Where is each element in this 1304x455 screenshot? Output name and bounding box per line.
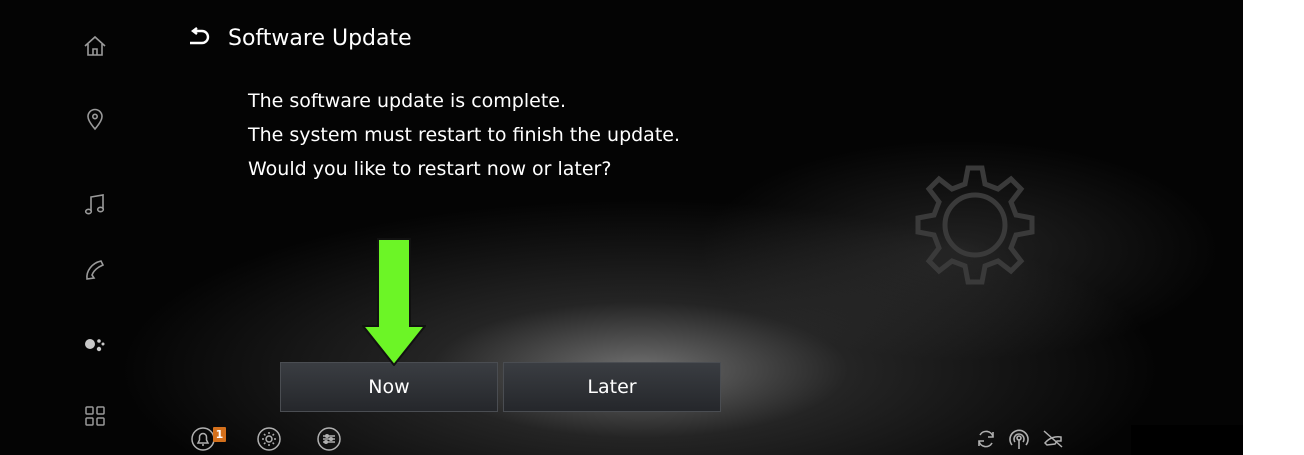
message-line-2: The system must restart to finish the up…: [248, 124, 681, 146]
voice-assistant-icon[interactable]: [78, 326, 112, 360]
message-line-3: Would you like to restart now or later?: [248, 158, 612, 180]
right-margin: [1243, 0, 1304, 455]
wireless-signal-icon: [1006, 426, 1032, 452]
location-pin-icon[interactable]: [78, 102, 112, 136]
sliders-icon[interactable]: [316, 426, 342, 452]
now-button[interactable]: Now: [280, 362, 498, 412]
software-update-screen: Software Update The software update is c…: [0, 0, 1304, 455]
update-message: The software update is complete. The sys…: [248, 84, 680, 186]
settings-gear-icon[interactable]: [256, 426, 282, 452]
back-arrow-icon[interactable]: [182, 21, 216, 55]
header: Software Update: [182, 20, 412, 56]
corner-block: [1131, 425, 1243, 455]
later-button[interactable]: Later: [503, 362, 721, 412]
gear-icon: [915, 165, 1035, 285]
home-icon[interactable]: [78, 29, 112, 63]
phone-disconnected-icon: [1040, 426, 1066, 452]
sidebar: [0, 0, 175, 455]
music-note-icon[interactable]: [78, 188, 112, 222]
notification-count-badge: 1: [213, 427, 226, 442]
sync-icon: [973, 426, 999, 452]
message-line-1: The software update is complete.: [248, 90, 566, 112]
bottom-status-bar: [0, 418, 1243, 455]
down-arrow-annotation: [362, 238, 426, 366]
page-title: Software Update: [228, 25, 412, 51]
phone-icon[interactable]: [78, 253, 112, 287]
